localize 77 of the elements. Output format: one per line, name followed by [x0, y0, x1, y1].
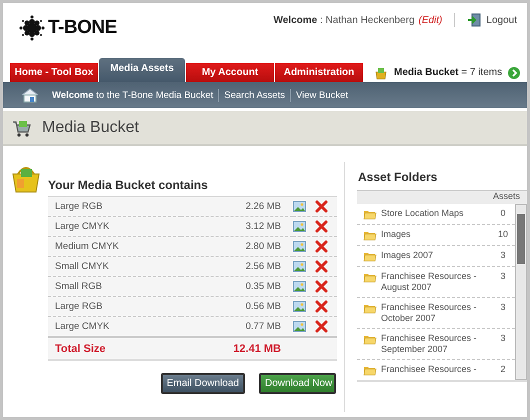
- delete-icon: [315, 300, 328, 313]
- item-name: Large CMYK: [48, 316, 181, 337]
- arrow-right-icon: [508, 66, 520, 78]
- delete-icon: [315, 320, 328, 333]
- image-icon: [293, 201, 306, 212]
- bucket-status: Media Bucket = 7 items: [394, 67, 502, 78]
- nav-tab[interactable]: My Account: [186, 63, 274, 82]
- folder-name[interactable]: Franchisee Resources - October 2007: [381, 302, 487, 324]
- item-name: Large RGB: [48, 296, 181, 316]
- item-size: 3.12 MB: [180, 216, 293, 236]
- download-button[interactable]: Download Now: [259, 373, 336, 394]
- folder-name[interactable]: Franchisee Resources - August 2007: [381, 271, 487, 293]
- image-icon: [293, 221, 306, 232]
- item-size: 2.56 MB: [180, 256, 293, 276]
- edit-link[interactable]: (Edit): [418, 14, 442, 26]
- column-header: Assets: [357, 190, 527, 204]
- folder-icon: [363, 302, 377, 314]
- logout-link[interactable]: Logout: [467, 13, 517, 27]
- nav-tab[interactable]: Media Assets: [99, 58, 185, 82]
- asset-count: 10: [496, 229, 509, 241]
- logout-icon: [467, 13, 482, 27]
- folder-name[interactable]: Franchisee Resources -: [381, 364, 487, 376]
- image-icon: [293, 301, 306, 312]
- item-name: Large CMYK: [48, 216, 181, 236]
- basket-icon: [374, 66, 388, 80]
- asset-count: 3: [499, 271, 506, 283]
- folder-icon: [363, 364, 377, 376]
- subnav-link[interactable]: Search Assets: [218, 88, 290, 102]
- folder-name[interactable]: Images 2007: [381, 250, 487, 262]
- delete-icon: [315, 280, 328, 293]
- home-icon: [21, 87, 39, 103]
- nav-tab[interactable]: Administration: [275, 63, 363, 82]
- item-size: 0.56 MB: [180, 296, 293, 316]
- asset-count: 0: [499, 208, 506, 220]
- asset-count: 3: [499, 302, 506, 314]
- folder-icon: [363, 271, 377, 283]
- image-icon: [293, 261, 306, 272]
- folder-name[interactable]: Store Location Maps: [381, 208, 487, 220]
- item-size: 0.35 MB: [180, 276, 293, 296]
- cart-icon: [11, 118, 32, 137]
- item-size: 2.26 MB: [180, 196, 293, 216]
- item-name: Large RGB: [48, 196, 181, 216]
- folder-icon: [363, 229, 377, 241]
- folder-icon: [363, 250, 377, 262]
- image-icon: [293, 321, 306, 332]
- item-size: 2.80 MB: [180, 236, 293, 256]
- folder-name[interactable]: Images: [381, 229, 487, 241]
- asset-count: 3: [499, 333, 506, 345]
- nav-tab[interactable]: Home - Tool Box: [10, 63, 98, 82]
- item-name: Small CMYK: [48, 256, 181, 276]
- logo-text: T-BONE: [48, 17, 117, 39]
- page-title: Media Bucket: [42, 118, 139, 136]
- delete-icon: [315, 220, 328, 233]
- subnav-link[interactable]: Welcome to the T-Bone Media Bucket: [47, 88, 218, 102]
- delete-icon: [315, 200, 328, 213]
- folder-name[interactable]: Franchisee Resources - September 2007: [381, 333, 487, 355]
- subnav-link[interactable]: View Bucket: [290, 88, 354, 102]
- image-icon: [293, 241, 306, 252]
- welcome-text: Welcome : Nathan Heckenberg: [273, 14, 414, 26]
- folder-icon: [363, 208, 377, 220]
- item-name: Small RGB: [48, 276, 181, 296]
- section-title: Your Media Bucket contains: [48, 178, 208, 194]
- asset-count: 3: [499, 250, 506, 262]
- total-label: Total Size: [48, 337, 181, 360]
- total-size: 12.41 MB: [180, 337, 293, 360]
- logo-icon: [18, 15, 46, 41]
- asset-count: 2: [499, 364, 506, 376]
- email-button[interactable]: Email Download: [160, 373, 245, 394]
- section-title: Asset Folders: [357, 170, 438, 186]
- delete-icon: [315, 240, 328, 253]
- image-icon: [293, 281, 306, 292]
- item-name: Medium CMYK: [48, 236, 181, 256]
- folder-icon: [363, 333, 377, 345]
- delete-icon: [315, 260, 328, 273]
- scrollbar[interactable]: [515, 204, 527, 380]
- item-size: 0.77 MB: [180, 316, 293, 337]
- basket-icon: [10, 164, 42, 194]
